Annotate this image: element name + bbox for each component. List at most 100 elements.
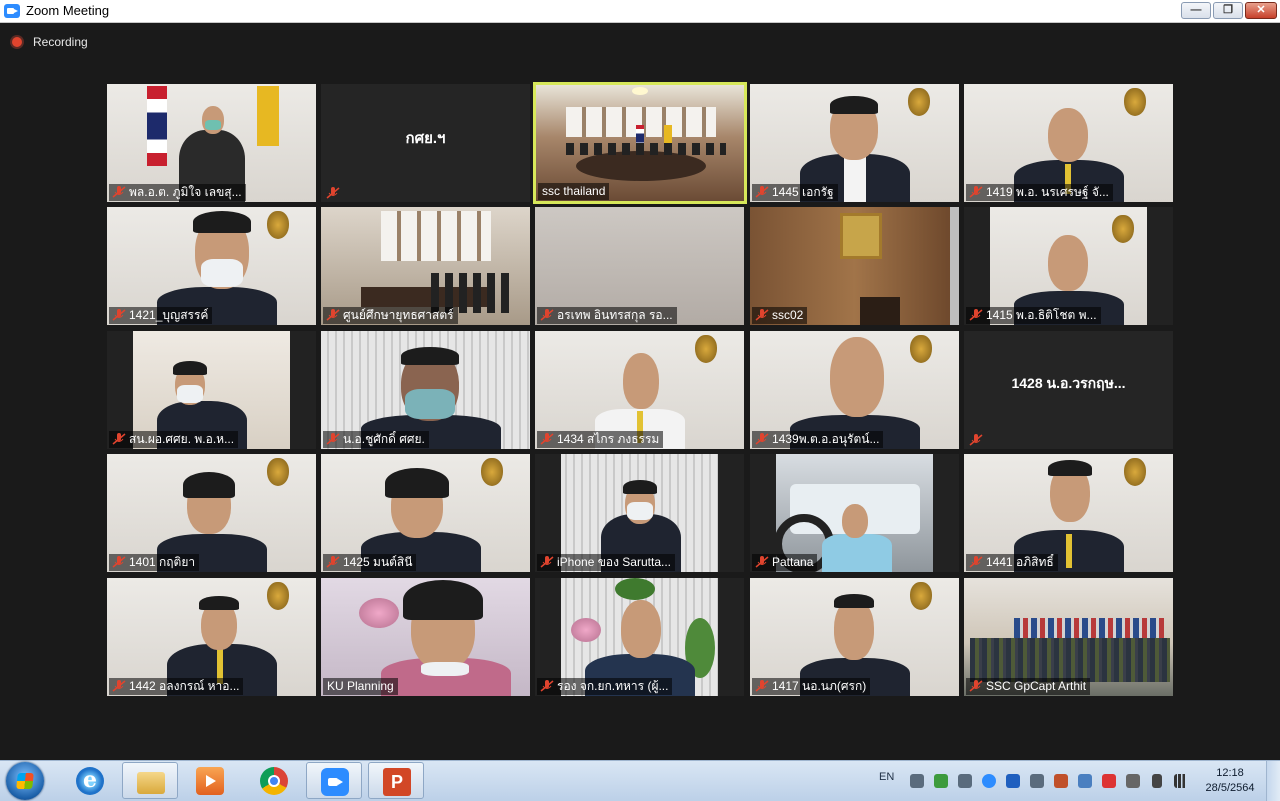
participant-name-label: 1439พ.ต.อ.อนุรัตน์...	[752, 431, 884, 448]
windows-logo-icon	[16, 773, 34, 789]
participant-tile[interactable]: น.อ.ชูศักดิ์ ศศย.	[321, 331, 530, 449]
participant-tile[interactable]: 1401 กฤติยา	[107, 454, 316, 572]
action-center-icon[interactable]	[1102, 774, 1116, 788]
maximize-button[interactable]: ❐	[1213, 2, 1243, 19]
security-icon[interactable]	[934, 774, 948, 788]
show-desktop-button[interactable]	[1266, 761, 1280, 801]
participant-tile[interactable]: ssc02	[750, 207, 959, 325]
start-button[interactable]	[6, 762, 44, 800]
participant-hair	[403, 580, 483, 620]
participant-tile[interactable]: Pattana	[750, 454, 959, 572]
taskbar-media-player[interactable]	[182, 762, 238, 799]
letterbox	[933, 454, 959, 572]
participant-name-label: พล.อ.ต. ภูมิใจ เลขสุ...	[109, 184, 246, 201]
network-signal-icon[interactable]	[1174, 774, 1188, 788]
face-mask	[627, 502, 653, 520]
emblem-icon	[908, 88, 930, 116]
participant-name-label: 1445 เอกรัฐ	[752, 184, 838, 201]
muted-mic-icon	[755, 433, 769, 445]
participant-tile[interactable]: พล.อ.ต. ภูมิใจ เลขสุ...	[107, 84, 316, 202]
participant-tile[interactable]: KU Planning	[321, 578, 530, 696]
group-of-people	[970, 638, 1170, 682]
participant-tile[interactable]: SSC GpCapt Arthit	[964, 578, 1173, 696]
close-button[interactable]: ✕	[1245, 2, 1277, 19]
participant-tile[interactable]: iPhone ของ Sarutta...	[535, 454, 744, 572]
network-tool-icon[interactable]	[910, 774, 924, 788]
language-indicator[interactable]: EN	[879, 771, 894, 783]
participant-name-label: 1401 กฤติยา	[109, 554, 200, 571]
title-bar: Zoom Meeting — ❐ ✕	[0, 0, 1280, 23]
emblem-icon	[910, 335, 932, 363]
participant-hair	[401, 347, 459, 365]
podium	[860, 297, 900, 325]
participant-tile[interactable]: 1439พ.ต.อ.อนุรัตน์...	[750, 331, 959, 449]
zoom-tray-icon[interactable]	[982, 774, 996, 788]
muted-mic-icon	[755, 556, 769, 568]
participant-tile[interactable]: รอง จก.ยก.ทหาร (ผู้...	[535, 578, 744, 696]
taskbar-powerpoint[interactable]	[368, 762, 424, 799]
participant-head	[830, 337, 884, 417]
participant-tile[interactable]: 1425 มนต์สินี	[321, 454, 530, 572]
minimize-button[interactable]: —	[1181, 2, 1211, 19]
taskbar-internet-explorer[interactable]	[62, 762, 118, 799]
participant-hair	[193, 211, 251, 233]
participant-hair	[1048, 460, 1092, 476]
participant-tile[interactable]: 1417 นอ.นภ(ศรก)	[750, 578, 959, 696]
tray-app-icon[interactable]	[1030, 774, 1044, 788]
system-clock[interactable]: 12:18 28/5/2564	[1203, 766, 1257, 796]
participant-tile[interactable]: 1419 พ.อ. นรเศรษฐ์ จั...	[964, 84, 1173, 202]
participant-name-label: 1441 อภิสิทธิ์	[966, 554, 1058, 571]
participant-tile[interactable]: 1415 พ.อ.ธิติโชต พ...	[964, 207, 1173, 325]
participant-tile[interactable]: 1434 สไกร ภงธรรม	[535, 331, 744, 449]
office-window	[381, 211, 491, 261]
participant-tile[interactable]: 1442 อลงกรณ์ หาอ...	[107, 578, 316, 696]
participant-name-label: 1425 มนต์สินี	[323, 554, 417, 571]
participant-name: 1434 สไกร ภงธรรม	[557, 432, 660, 446]
participant-name: 1445 เอกรัฐ	[772, 185, 834, 199]
participant-name-label: 1421_บุญสรรค์	[109, 307, 213, 324]
participant-head	[623, 353, 659, 409]
participant-name: สน.ผอ.ศศย. พ.อ.ห...	[129, 432, 235, 446]
face-mask	[421, 662, 469, 676]
taskbar-chrome[interactable]	[246, 762, 302, 799]
participant-name-label: KU Planning	[323, 678, 398, 695]
participant-tile[interactable]: 1441 อภิสิทธิ์	[964, 454, 1173, 572]
chrome-icon	[260, 767, 288, 795]
participant-display-name: 1428 น.อ.วรกฤษ...	[1011, 375, 1126, 391]
participant-hair	[173, 361, 207, 375]
emblem-icon	[910, 582, 932, 610]
portrait-frame	[840, 213, 882, 259]
participant-tile[interactable]: ศูนย์ศึกษายุทธศาสตร์	[321, 207, 530, 325]
emblem-icon	[267, 458, 289, 486]
participant-name: 1421_บุญสรรค์	[129, 308, 209, 322]
muted-mic-icon	[326, 433, 340, 445]
muted-mic-icon	[112, 186, 126, 198]
participant-tile[interactable]: อรเทพ อินทรสกุล รอ...	[535, 207, 744, 325]
face-mask	[201, 259, 243, 287]
participant-name: 1419 พ.อ. นรเศรษฐ์ จั...	[986, 185, 1109, 199]
participant-name-label: 1419 พ.อ. นรเศรษฐ์ จั...	[966, 184, 1113, 201]
taskbar-file-explorer[interactable]	[122, 762, 178, 799]
internet-explorer-icon	[76, 767, 104, 795]
tray-tool-icon[interactable]	[958, 774, 972, 788]
speaker-app-icon[interactable]	[1054, 774, 1068, 788]
participant-tile[interactable]: กศย.ฯ	[321, 84, 530, 202]
emblem-icon	[481, 458, 503, 486]
muted-mic-icon	[540, 433, 554, 445]
participant-name-label: 1442 อลงกรณ์ หาอ...	[109, 678, 244, 695]
zoom-app-icon	[4, 4, 20, 18]
participant-name: 1417 นอ.นภ(ศรก)	[772, 679, 867, 693]
volume-icon[interactable]	[1152, 774, 1162, 788]
usb-icon[interactable]	[1126, 774, 1140, 788]
participant-tile[interactable]: 1428 น.อ.วรกฤษ...	[964, 331, 1173, 449]
display-icon[interactable]	[1006, 774, 1020, 788]
participant-name-label: ssc thailand	[538, 183, 610, 200]
participant-tile[interactable]: สน.ผอ.ศศย. พ.อ.ห...	[107, 331, 316, 449]
participant-tile[interactable]: 1445 เอกรัฐ	[750, 84, 959, 202]
attendees	[566, 143, 726, 155]
device-icon[interactable]	[1078, 774, 1092, 788]
powerpoint-icon	[383, 768, 411, 796]
participant-tile[interactable]: 1421_บุญสรรค์	[107, 207, 316, 325]
participant-tile-active-speaker[interactable]: ssc thailand	[533, 82, 747, 204]
taskbar-zoom[interactable]	[306, 762, 362, 799]
